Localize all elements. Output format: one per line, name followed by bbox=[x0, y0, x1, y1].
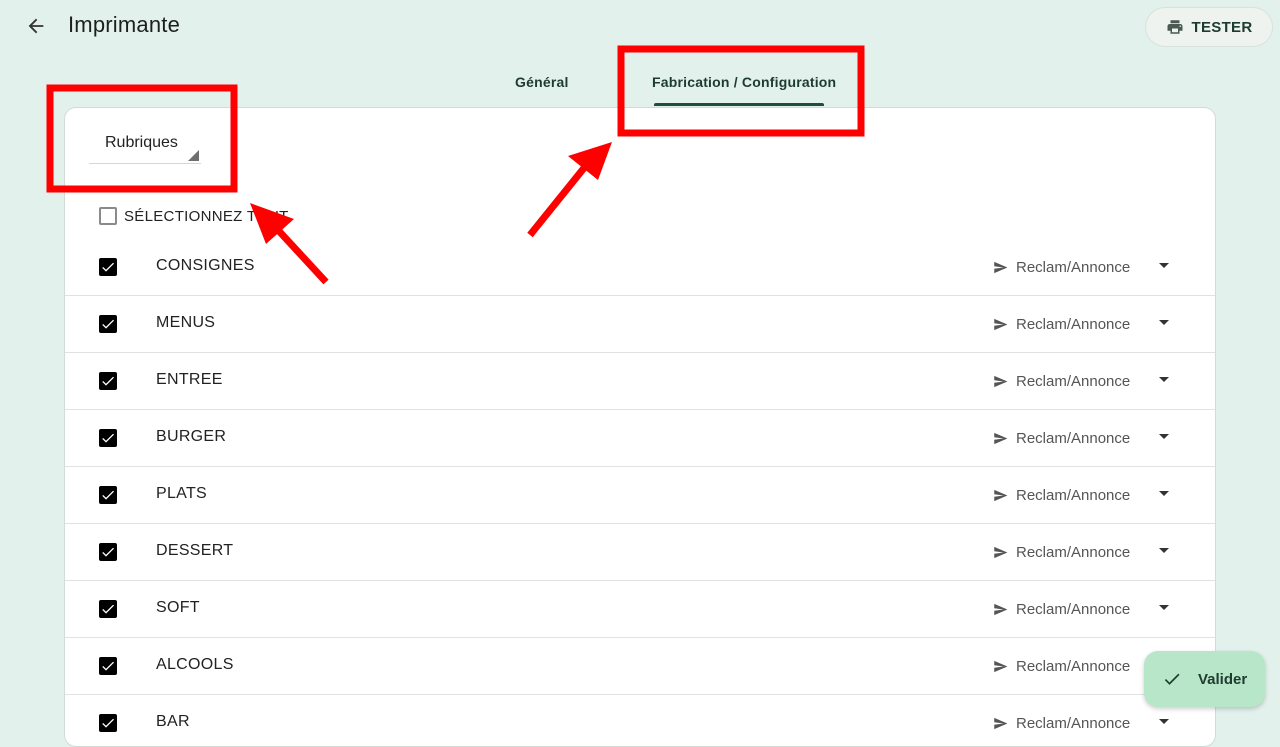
send-icon bbox=[994, 546, 1008, 558]
caret-down-icon[interactable] bbox=[1159, 263, 1169, 268]
back-button[interactable] bbox=[20, 10, 52, 42]
row-name: DESSERT bbox=[156, 542, 234, 559]
dropdown-corner-icon bbox=[188, 150, 199, 161]
row-checkbox[interactable] bbox=[99, 315, 117, 333]
printer-select[interactable]: Reclam/Annonce bbox=[993, 598, 1130, 620]
list-item: PLATS Reclam/Annonce bbox=[65, 467, 1215, 524]
list-item: BAR Reclam/Annonce bbox=[65, 695, 1215, 746]
row-name: ENTREE bbox=[156, 371, 223, 388]
select-all-row: SÉLECTIONNEZ TOUT bbox=[99, 206, 289, 226]
tab-fabrication-configuration[interactable]: Fabrication / Configuration bbox=[652, 74, 836, 90]
check-icon bbox=[102, 604, 114, 614]
list-item: MENUS Reclam/Annonce bbox=[65, 296, 1215, 353]
printer-label: Reclam/Annonce bbox=[1016, 657, 1131, 675]
printer-select[interactable]: Reclam/Annonce bbox=[993, 313, 1130, 335]
row-name: BAR bbox=[156, 713, 190, 730]
check-icon bbox=[102, 661, 114, 671]
select-all-checkbox[interactable] bbox=[99, 207, 117, 225]
list-item: BURGER Reclam/Annonce bbox=[65, 410, 1215, 467]
printer-label: Reclam/Annonce bbox=[1016, 372, 1131, 390]
arrow-back-icon bbox=[28, 18, 44, 34]
active-tab-indicator bbox=[654, 103, 824, 106]
row-checkbox[interactable] bbox=[99, 543, 117, 561]
check-icon bbox=[102, 490, 114, 500]
category-list: CONSIGNES Reclam/Annonce MENUS Reclam/An… bbox=[65, 239, 1215, 746]
row-checkbox[interactable] bbox=[99, 486, 117, 504]
check-icon bbox=[102, 433, 114, 443]
printer-select[interactable]: Reclam/Annonce bbox=[993, 370, 1130, 392]
check-icon bbox=[102, 718, 114, 728]
check-icon bbox=[102, 547, 114, 557]
caret-down-icon[interactable] bbox=[1159, 719, 1169, 724]
list-item: SOFT Reclam/Annonce bbox=[65, 581, 1215, 638]
list-item: ALCOOLS Reclam/Annonce bbox=[65, 638, 1215, 695]
row-checkbox[interactable] bbox=[99, 714, 117, 732]
tab-bar: Général Fabrication / Configuration bbox=[0, 60, 1280, 108]
send-icon bbox=[994, 318, 1008, 330]
row-name: MENUS bbox=[156, 314, 216, 331]
list-item: CONSIGNES Reclam/Annonce bbox=[65, 239, 1215, 296]
category-filter-value: Rubriques bbox=[105, 134, 178, 151]
row-name: PLATS bbox=[156, 485, 207, 502]
list-item: ENTREE Reclam/Annonce bbox=[65, 353, 1215, 410]
printer-select[interactable]: Reclam/Annonce bbox=[993, 712, 1130, 734]
tester-label: TESTER bbox=[1191, 18, 1253, 36]
row-name: SOFT bbox=[156, 599, 200, 616]
row-name: ALCOOLS bbox=[156, 656, 234, 673]
category-filter-dropdown[interactable]: Rubriques bbox=[89, 128, 201, 164]
row-checkbox[interactable] bbox=[99, 429, 117, 447]
printer-select[interactable]: Reclam/Annonce bbox=[993, 427, 1130, 449]
caret-down-icon[interactable] bbox=[1159, 548, 1169, 553]
check-icon bbox=[102, 376, 114, 386]
printer-label: Reclam/Annonce bbox=[1016, 600, 1131, 618]
send-icon bbox=[994, 489, 1008, 501]
send-icon bbox=[994, 432, 1008, 444]
check-icon bbox=[1164, 673, 1180, 685]
printer-label: Reclam/Annonce bbox=[1016, 429, 1131, 447]
send-icon bbox=[994, 375, 1008, 387]
caret-down-icon[interactable] bbox=[1159, 491, 1169, 496]
printer-select[interactable]: Reclam/Annonce bbox=[993, 256, 1130, 278]
printer-icon bbox=[1167, 20, 1182, 34]
send-icon bbox=[994, 660, 1008, 672]
row-checkbox[interactable] bbox=[99, 258, 117, 276]
row-checkbox[interactable] bbox=[99, 657, 117, 675]
config-card: Rubriques SÉLECTIONNEZ TOUT CONSIGNES Re… bbox=[64, 107, 1216, 747]
send-icon bbox=[994, 603, 1008, 615]
caret-down-icon[interactable] bbox=[1159, 320, 1169, 325]
printer-label: Reclam/Annonce bbox=[1016, 714, 1131, 732]
row-name: CONSIGNES bbox=[156, 257, 255, 274]
row-name: BURGER bbox=[156, 428, 227, 445]
check-icon bbox=[102, 319, 114, 329]
check-icon bbox=[102, 262, 114, 272]
select-all-label: SÉLECTIONNEZ TOUT bbox=[124, 207, 289, 225]
tab-general[interactable]: Général bbox=[515, 74, 569, 90]
valider-label: Valider bbox=[1198, 670, 1248, 688]
tester-button[interactable]: TESTER bbox=[1145, 7, 1273, 47]
printer-label: Reclam/Annonce bbox=[1016, 543, 1131, 561]
row-checkbox[interactable] bbox=[99, 600, 117, 618]
printer-select[interactable]: Reclam/Annonce bbox=[993, 655, 1130, 677]
printer-label: Reclam/Annonce bbox=[1016, 315, 1131, 333]
printer-select[interactable]: Reclam/Annonce bbox=[993, 484, 1130, 506]
valider-button[interactable]: Valider bbox=[1144, 651, 1265, 707]
row-checkbox[interactable] bbox=[99, 372, 117, 390]
caret-down-icon[interactable] bbox=[1159, 434, 1169, 439]
printer-label: Reclam/Annonce bbox=[1016, 258, 1131, 276]
list-item: DESSERT Reclam/Annonce bbox=[65, 524, 1215, 581]
page-title: Imprimante bbox=[68, 12, 181, 37]
caret-down-icon[interactable] bbox=[1159, 377, 1169, 382]
printer-select[interactable]: Reclam/Annonce bbox=[993, 541, 1130, 563]
caret-down-icon[interactable] bbox=[1159, 605, 1169, 610]
send-icon bbox=[994, 261, 1008, 273]
printer-label: Reclam/Annonce bbox=[1016, 486, 1131, 504]
top-bar: Imprimante TESTER bbox=[0, 0, 1280, 56]
